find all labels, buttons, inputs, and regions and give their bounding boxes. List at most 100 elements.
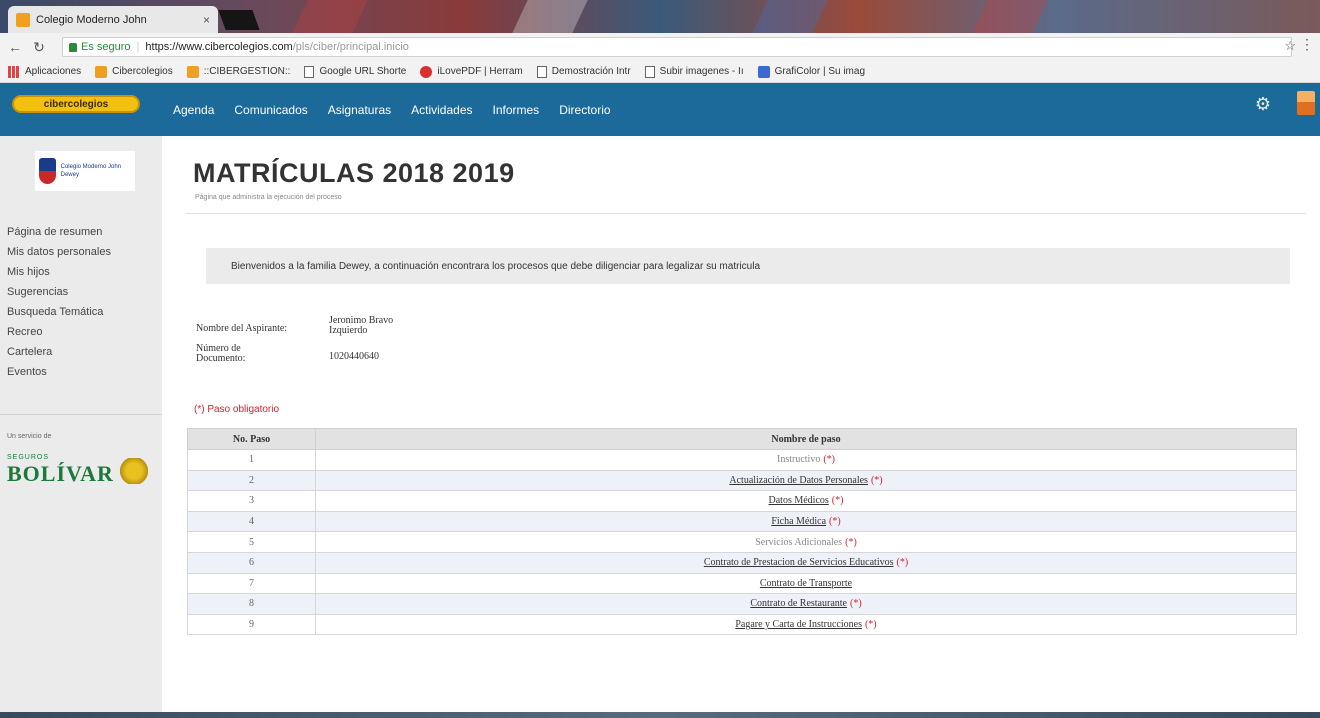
header-step-number: No. Paso xyxy=(187,428,316,450)
browser-tab[interactable]: Colegio Moderno John × xyxy=(8,6,218,33)
table-row: 9 Pagare y Carta de Instrucciones (*) xyxy=(187,613,1297,636)
browser-tab-strip: Colegio Moderno John × xyxy=(0,0,1320,33)
page-title: MATRÍCULAS 2018 2019 xyxy=(193,158,515,188)
step-name-cell: Ficha Médica (*) xyxy=(315,510,1297,533)
sidebar-item-datos-personales[interactable]: Mis datos personales xyxy=(7,242,111,262)
required-mark: (*) xyxy=(849,598,862,610)
document-icon xyxy=(304,65,315,78)
cibercolegios-icon xyxy=(95,65,108,78)
lock-icon xyxy=(69,42,77,52)
header-step-name: Nombre de paso xyxy=(315,428,1297,450)
bookmark-label: Aplicaciones xyxy=(25,66,82,77)
step-name-cell: Contrato de Transporte xyxy=(315,572,1297,595)
step-number: 1 xyxy=(187,449,316,471)
required-mark: (*) xyxy=(831,495,844,507)
address-bar: ← ↻ Es seguro | https://www.cibercolegio… xyxy=(0,33,1320,61)
reload-icon[interactable]: ↻ xyxy=(30,39,48,56)
welcome-message: Bienvenidos a la familia Dewey, a contin… xyxy=(206,248,1290,284)
sidebar-item-busqueda-tematica[interactable]: Busqueda Temática xyxy=(7,302,111,322)
table-row: 2 Actualización de Datos Personales (*) xyxy=(187,469,1297,492)
required-mark: (*) xyxy=(896,557,909,569)
bookmark-cibergestion[interactable]: ::CIBERGESTION:: xyxy=(186,65,291,78)
apps-grid-icon xyxy=(8,65,20,78)
favicon-icon xyxy=(16,12,30,27)
bookmark-label: GrafiColor | Su imag xyxy=(774,66,866,77)
sidebar-item-eventos[interactable]: Eventos xyxy=(7,362,111,382)
step-link[interactable]: Pagare y Carta de Instrucciones xyxy=(735,619,862,630)
required-mark: (*) xyxy=(845,536,857,548)
step-name: Instructivo xyxy=(777,454,821,466)
table-row: 8 Contrato de Restaurante (*) xyxy=(187,593,1297,615)
taskbar xyxy=(0,712,1320,718)
table-row: 3 Datos Médicos (*) xyxy=(187,490,1297,512)
user-avatar-icon[interactable] xyxy=(1297,91,1315,115)
ilovepdf-icon xyxy=(420,65,433,78)
background-decoration xyxy=(752,0,828,33)
table-header-row: No. Paso Nombre de paso xyxy=(187,428,1297,450)
table-row: 1 Instructivo (*) xyxy=(187,449,1297,471)
sidebar-item-resumen[interactable]: Página de resumen xyxy=(7,222,111,242)
bookmark-subir-imagenes[interactable]: Subir imagenes - Iı xyxy=(644,65,744,78)
step-name-cell: Contrato de Prestacion de Servicios Educ… xyxy=(315,551,1297,574)
step-number: 7 xyxy=(187,572,316,595)
document-value: 1020440640 xyxy=(329,351,379,362)
applicant-value: Jeronimo Bravo Izquierdo xyxy=(329,315,394,336)
step-link[interactable]: Contrato de Prestacion de Servicios Educ… xyxy=(704,557,894,568)
table-row: 7 Contrato de Transporte xyxy=(187,572,1297,595)
step-name: Servicios Adicionales xyxy=(755,536,843,548)
step-link[interactable]: Actualización de Datos Personales xyxy=(729,475,868,486)
divider xyxy=(186,213,1306,214)
background-decoration xyxy=(512,0,588,33)
sidebar-item-mis-hijos[interactable]: Mis hijos xyxy=(7,262,111,282)
bookmark-star-icon[interactable]: ☆ xyxy=(1284,38,1296,54)
step-name-cell: Actualización de Datos Personales (*) xyxy=(315,469,1297,492)
table-row: 6 Contrato de Prestacion de Servicios Edu… xyxy=(187,551,1297,574)
nav-agenda[interactable]: Agenda xyxy=(173,103,214,117)
background-decoration xyxy=(292,0,368,33)
bookmark-label: ::CIBERGESTION:: xyxy=(203,66,291,77)
required-mark: (*) xyxy=(864,619,877,631)
required-mark: (*) xyxy=(829,516,841,528)
step-link[interactable]: Ficha Médica xyxy=(771,516,826,527)
bookmark-label: Cibercolegios xyxy=(112,66,173,77)
required-mark: (*) xyxy=(870,474,883,486)
bookmark-google-url[interactable]: Google URL Shorte xyxy=(304,65,406,78)
step-name-cell: Servicios Adicionales (*) xyxy=(315,531,1297,553)
applicant-label: Nombre del Aspirante: xyxy=(196,323,288,334)
graficolor-icon xyxy=(757,65,770,78)
bookmark-graficolor[interactable]: GrafiColor | Su imag xyxy=(757,65,866,78)
sidebar-item-sugerencias[interactable]: Sugerencias xyxy=(7,282,111,302)
sidebar-item-cartelera[interactable]: Cartelera xyxy=(7,342,111,362)
brand-logo[interactable]: cibercolegios xyxy=(12,95,140,113)
bookmark-label: Demostración Intr xyxy=(551,66,631,77)
url-input[interactable]: Es seguro | https://www.cibercolegios.co… xyxy=(62,37,1292,57)
step-link[interactable]: Datos Médicos xyxy=(769,495,829,506)
nav-informes[interactable]: Informes xyxy=(493,103,540,117)
sponsor-emblem-icon xyxy=(119,458,149,484)
bookmark-demostracion[interactable]: Demostración Intr xyxy=(536,65,631,78)
sidebar-menu: Página de resumen Mis datos personales M… xyxy=(7,222,111,382)
bookmark-cibercolegios[interactable]: Cibercolegios xyxy=(95,65,173,78)
bookmark-ilovepdf[interactable]: iLovePDF | Herram xyxy=(420,65,523,78)
sidebar-item-recreo[interactable]: Recreo xyxy=(7,322,111,342)
document-label: Número de Documento: xyxy=(196,343,246,364)
nav-asignaturas[interactable]: Asignaturas xyxy=(328,103,391,117)
close-icon[interactable]: × xyxy=(203,13,210,27)
document-icon xyxy=(536,65,547,78)
step-link[interactable]: Contrato de Restaurante xyxy=(750,598,847,609)
sponsor-label: Un servicio de xyxy=(7,433,52,440)
step-number: 4 xyxy=(187,510,316,533)
gear-icon[interactable]: ⚙ xyxy=(1252,93,1274,115)
browser-menu-icon[interactable]: ⋮ xyxy=(1300,36,1314,53)
cibergestion-icon xyxy=(186,65,199,78)
bookmark-label: Subir imagenes - Iı xyxy=(659,66,744,77)
nav-actividades[interactable]: Actividades xyxy=(411,103,472,117)
bookmarks-bar: Aplicaciones Cibercolegios ::CIBERGESTIO… xyxy=(0,61,1320,83)
step-number: 6 xyxy=(187,551,316,574)
nav-directorio[interactable]: Directorio xyxy=(559,103,610,117)
bookmark-apps[interactable]: Aplicaciones xyxy=(8,65,82,78)
back-icon[interactable]: ← xyxy=(6,39,24,55)
new-tab-button[interactable] xyxy=(218,10,260,30)
nav-comunicados[interactable]: Comunicados xyxy=(234,103,307,117)
step-link[interactable]: Contrato de Transporte xyxy=(760,578,852,589)
